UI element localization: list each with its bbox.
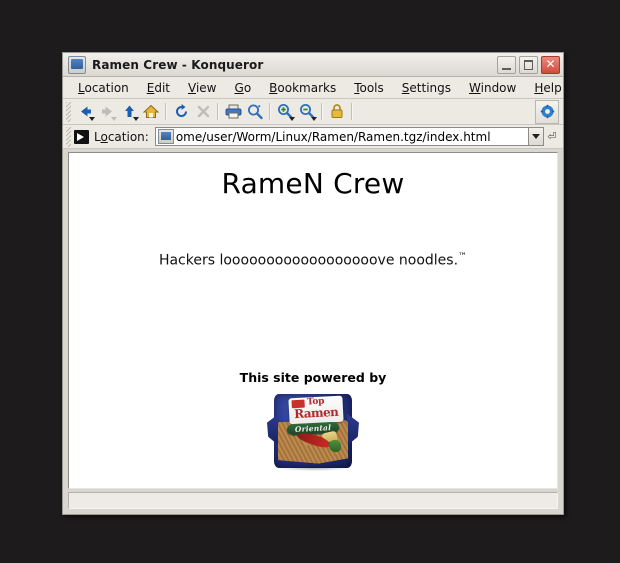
konqueror-window: Ramen Crew - Konqueror ✕ Location Edit V… — [62, 52, 564, 515]
menu-item-go[interactable]: Go — [226, 79, 261, 97]
main-toolbar — [63, 99, 563, 125]
toolbar-drag-grip[interactable] — [66, 101, 71, 122]
chevron-down-icon[interactable] — [528, 127, 544, 146]
toolbar-separator — [217, 103, 219, 120]
menu-item-edit[interactable]: Edit — [138, 79, 179, 97]
zoom-out-icon[interactable] — [296, 101, 318, 123]
reload-icon[interactable] — [170, 101, 192, 123]
toolbar-separator — [269, 103, 271, 120]
title-bar[interactable]: Ramen Crew - Konqueror ✕ — [63, 53, 563, 77]
web-page-content: RameN Crew Hackers loooooooooooooooooove… — [69, 153, 557, 471]
location-input[interactable]: ome/user/Worm/Linux/Ramen/Ramen.tgz/inde… — [154, 127, 528, 146]
package-left-wing — [267, 413, 279, 446]
browser-viewport[interactable]: RameN Crew Hackers loooooooooooooooooove… — [68, 152, 558, 489]
menu-item-settings[interactable]: Settings — [393, 79, 460, 97]
back-dropdown-icon[interactable] — [89, 116, 95, 121]
back-icon[interactable] — [74, 101, 96, 123]
trademark-symbol: ™ — [458, 252, 468, 262]
up-dropdown-icon[interactable] — [133, 116, 139, 121]
package-right-wing — [347, 413, 359, 446]
viewport-wrapper: RameN Crew Hackers loooooooooooooooooove… — [63, 149, 563, 489]
forward-icon — [96, 101, 118, 123]
find-icon[interactable] — [244, 101, 266, 123]
zoom-in-icon[interactable] — [274, 101, 296, 123]
page-tagline: Hackers loooooooooooooooooove noodles.™ — [69, 200, 557, 269]
package-brand-label: Top Ramen — [288, 395, 344, 425]
zoom-out-dropdown-icon[interactable] — [311, 116, 317, 121]
package-greens-graphic — [329, 439, 341, 452]
zoom-in-dropdown-icon[interactable] — [289, 116, 295, 121]
toolbar-separator — [321, 103, 323, 120]
powered-by-label: This site powered by — [239, 369, 387, 385]
location-bar-grip[interactable] — [66, 126, 71, 147]
menu-item-location[interactable]: Location — [69, 79, 138, 97]
location-label: Location: — [94, 129, 149, 144]
go-enter-icon[interactable]: ⏎ — [544, 127, 560, 147]
window-controls: ✕ — [497, 55, 560, 74]
close-button[interactable]: ✕ — [541, 55, 560, 74]
tagline-text: Hackers loooooooooooooooooove noodles. — [158, 252, 459, 269]
status-bar — [68, 492, 558, 509]
home-icon[interactable] — [140, 101, 162, 123]
konqueror-icon — [68, 55, 86, 74]
forward-dropdown-icon — [111, 116, 117, 121]
package-brand-main: Ramen — [293, 404, 339, 421]
stop-icon — [192, 101, 214, 123]
menu-item-view[interactable]: View — [179, 79, 225, 97]
up-icon[interactable] — [118, 101, 140, 123]
menu-item-help[interactable]: Help — [525, 79, 570, 97]
menu-item-bookmarks[interactable]: Bookmarks — [260, 79, 345, 97]
menu-item-window[interactable]: Window — [460, 79, 525, 97]
package-shadow — [279, 465, 349, 471]
menu-item-tools[interactable]: Tools — [345, 79, 393, 97]
kde-gear-icon[interactable] — [535, 99, 559, 124]
print-icon[interactable] — [222, 101, 244, 123]
menu-bar: Location Edit View Go Bookmarks Tools Se… — [63, 77, 563, 99]
status-bar-wrapper — [63, 489, 563, 514]
clear-location-icon[interactable] — [74, 129, 89, 144]
konqueror-icon — [157, 129, 174, 144]
toolbar-separator — [165, 103, 167, 120]
location-bar: Location: ome/user/Worm/Linux/Ramen/Rame… — [63, 125, 563, 149]
security-lock-icon[interactable] — [326, 101, 348, 123]
window-title: Ramen Crew - Konqueror — [92, 57, 264, 72]
page-title: RameN Crew — [221, 167, 405, 200]
top-ramen-package-image: Top Ramen Oriental — [267, 392, 359, 471]
minimize-button[interactable] — [497, 55, 516, 74]
toolbar-separator — [351, 103, 353, 120]
maximize-button[interactable] — [519, 55, 538, 74]
location-url-text: ome/user/Worm/Linux/Ramen/Ramen.tgz/inde… — [175, 129, 491, 144]
